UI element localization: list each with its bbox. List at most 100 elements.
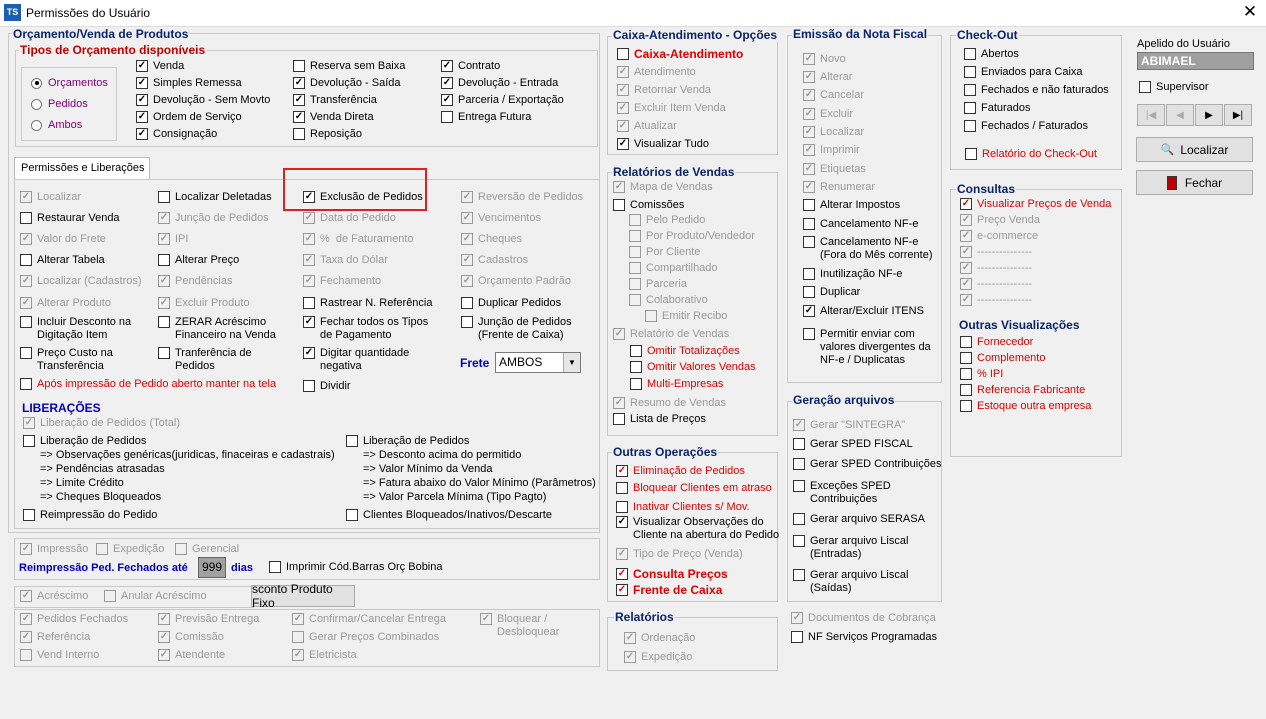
checkbox-box[interactable] (793, 535, 805, 547)
barras-checkbox[interactable]: Imprimir Cód.Barras Orç Bobina (269, 561, 443, 574)
acrescimo-checkbox[interactable]: Acréscimo (20, 590, 88, 603)
checkbox-box[interactable] (617, 48, 629, 60)
radio-dot[interactable] (31, 77, 42, 89)
perm-checkbox[interactable]: Valor do Frete (20, 233, 106, 246)
checkbox-box[interactable] (617, 66, 629, 78)
checkbox-box[interactable] (136, 77, 148, 89)
nf-checkbox[interactable]: Permitir enviar com valores divergentes … (803, 328, 931, 367)
lista-checkbox[interactable]: Lista de Preços (613, 413, 706, 426)
checkbox-box[interactable] (20, 316, 32, 328)
comissoes-checkbox[interactable]: Comissões (613, 199, 684, 212)
checkbox-box[interactable] (630, 378, 642, 390)
geracao-checkbox[interactable]: Gerar arquivo SERASA (793, 513, 925, 526)
checkbox-box[interactable] (960, 262, 972, 274)
outras-checkbox[interactable]: Inativar Clientes s/ Mov. (616, 501, 750, 514)
radio-pedidos[interactable]: Pedidos (31, 98, 88, 110)
checkbox-box[interactable] (629, 230, 641, 242)
checkbox-box[interactable] (624, 632, 636, 644)
doc-checkbox[interactable]: Documentos de Cobrança (791, 612, 936, 625)
tipo-checkbox[interactable]: Consignação (136, 128, 217, 141)
desconto-button[interactable]: sconto Produto Fixo (251, 582, 355, 610)
nf-checkbox[interactable]: Renumerar (803, 181, 875, 194)
checkbox-box[interactable] (136, 111, 148, 123)
tipo-checkbox[interactable]: Reposição (293, 128, 362, 141)
checkbox-box[interactable] (616, 482, 628, 494)
nf-checkbox[interactable]: Cancelamento NF-e (803, 218, 918, 231)
perm-checkbox[interactable]: Tranferência de Pedidos (158, 347, 252, 373)
caixa-checkbox[interactable]: Retornar Venda (617, 84, 711, 97)
checkbox-box[interactable] (158, 212, 170, 224)
checkbox-box[interactable] (793, 513, 805, 525)
checkbox-box[interactable] (303, 254, 315, 266)
checkbox-box[interactable] (461, 316, 473, 328)
nav-button-1[interactable]: ◀ (1166, 104, 1194, 126)
checkbox-box[interactable] (629, 214, 641, 226)
checkbox-box[interactable] (960, 246, 972, 258)
chevron-down-icon[interactable]: ▼ (563, 353, 580, 372)
apos-checkbox[interactable]: Após impressão de Pedido aberto manter n… (20, 378, 276, 391)
checkbox-box[interactable] (158, 297, 170, 309)
checkbox-box[interactable] (441, 60, 453, 72)
checkbox-box[interactable] (96, 543, 108, 555)
perm-checkbox[interactable]: ZERAR Acréscimo Financeiro na Venda (158, 316, 276, 342)
checkbox-box[interactable] (964, 48, 976, 60)
checkbox-box[interactable] (616, 548, 628, 560)
outras-checkbox[interactable]: Tipo de Preço (Venda) (616, 548, 743, 561)
perm-checkbox[interactable]: Digitar quantidade negativa (303, 347, 409, 373)
checkbox-box[interactable] (158, 275, 170, 287)
comissao-sub-checkbox[interactable]: Pelo Pedido (629, 214, 705, 227)
perm-checkbox[interactable]: Rastrear N. Referência (303, 297, 433, 310)
relatorios-checkbox[interactable]: Ordenação (624, 632, 695, 645)
localizar-button[interactable]: 🔍 Localizar (1136, 137, 1253, 162)
checkbox-box[interactable] (629, 246, 641, 258)
checkout-checkbox[interactable]: Fechados / Faturados (964, 120, 1088, 133)
outras-checkbox[interactable]: Visualizar Observações do Cliente na abe… (616, 516, 779, 542)
checkbox-box[interactable] (803, 89, 815, 101)
lib-total-checkbox[interactable]: Liberação de Pedidos (Total) (23, 417, 180, 430)
checkbox-box[interactable] (960, 198, 972, 210)
checkbox-box[interactable] (158, 233, 170, 245)
checkbox-box[interactable] (803, 236, 815, 248)
gerencial-checkbox[interactable]: Gerencial (175, 543, 239, 556)
checkbox-box[interactable] (20, 275, 32, 287)
checkbox-box[interactable] (793, 419, 805, 431)
checkbox-box[interactable] (461, 297, 473, 309)
checkbox-box[interactable] (803, 268, 815, 280)
checkbox-box[interactable] (613, 199, 625, 211)
checkbox-box[interactable] (645, 310, 657, 322)
perm-checkbox[interactable]: Localizar (Cadastros) (20, 275, 142, 288)
checkbox-box[interactable] (964, 120, 976, 132)
perm-checkbox[interactable]: Fechamento (303, 275, 381, 288)
tipo-checkbox[interactable]: Devolução - Saída (293, 77, 401, 90)
radio-dot[interactable] (31, 98, 42, 110)
checkbox-box[interactable] (292, 649, 304, 661)
perm-checkbox[interactable]: Taxa do Dólar (303, 254, 388, 267)
perm-checkbox[interactable]: Localizar Deletadas (158, 191, 272, 204)
checkbox-box[interactable] (960, 278, 972, 290)
perm-checkbox[interactable]: Vencimentos (461, 212, 541, 225)
checkbox-box[interactable] (136, 128, 148, 140)
nf-checkbox[interactable]: Excluir (803, 108, 853, 121)
checkbox-box[interactable] (960, 214, 972, 226)
perm-checkbox[interactable]: Cheques (461, 233, 522, 246)
checkbox-box[interactable] (803, 305, 815, 317)
geracao-checkbox[interactable]: Exceções SPED Contribuições (793, 480, 891, 506)
nf-checkbox[interactable]: Cancelamento NF-e (Fora do Mês corrente) (803, 236, 932, 262)
checkbox-box[interactable] (793, 480, 805, 492)
checkbox-box[interactable] (960, 294, 972, 306)
fechar-button[interactable]: Fechar (1136, 170, 1253, 195)
checkbox-box[interactable] (303, 297, 315, 309)
nav-button-2[interactable]: ▶ (1195, 104, 1223, 126)
perm-checkbox[interactable]: Alterar Tabela (20, 254, 105, 267)
nf-checkbox[interactable]: Alterar Impostos (803, 199, 900, 212)
checkbox-box[interactable] (346, 435, 358, 447)
emitir-checkbox[interactable]: Emitir Recibo (645, 310, 727, 323)
perm-checkbox[interactable]: Alterar Preço (158, 254, 239, 267)
checkbox-box[interactable] (303, 347, 315, 359)
checkbox-box[interactable] (960, 400, 972, 412)
user-input[interactable]: ABIMAEL (1137, 52, 1254, 70)
tipo-checkbox[interactable]: Transferência (293, 94, 377, 107)
expedicao-checkbox[interactable]: Expedição (96, 543, 164, 556)
checkbox-box[interactable] (803, 53, 815, 65)
checkout-checkbox[interactable]: Fechados e não faturados (964, 84, 1109, 97)
